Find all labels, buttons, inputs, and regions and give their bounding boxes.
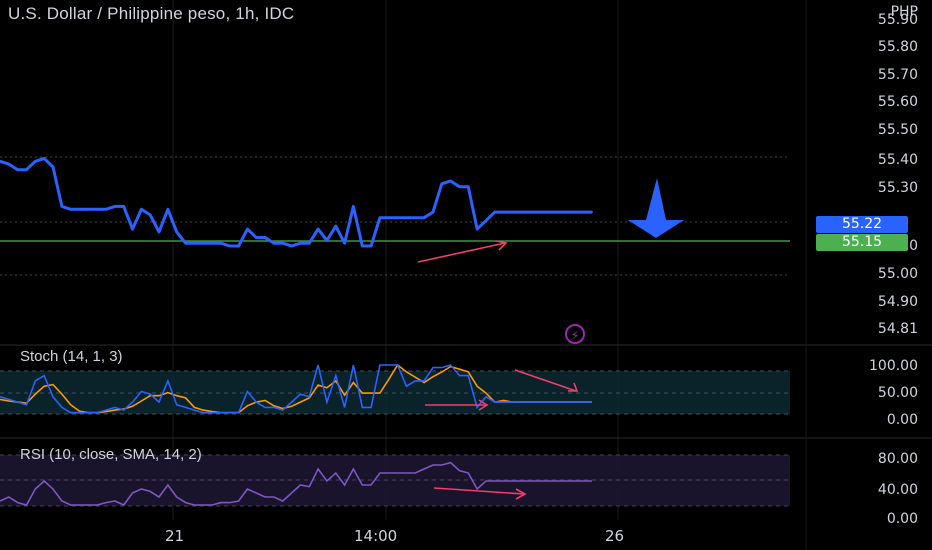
stoch-tick-100: 100.00 [869,358,918,374]
price-series-line [0,156,592,248]
price-point [555,211,558,214]
price-point [485,219,487,222]
price-tick-label: 54.81 [877,321,918,337]
price-point [105,208,107,211]
price-tick-label: 55.90 [877,12,918,28]
price-tick-label: 54.90 [877,294,918,310]
price-point [149,213,152,216]
price-point [43,157,46,160]
rsi-tick-0: 0.00 [886,511,918,527]
price-point [69,208,72,211]
price-point [493,211,496,214]
rsi-label[interactable]: RSI (10, close, SMA, 14, 2) [20,446,202,463]
price-point [520,211,523,214]
price-point [228,245,231,247]
price-point [158,230,160,233]
price-point [281,242,284,245]
price-point [476,228,479,231]
price-point [52,165,54,168]
time-label-26: 26 [605,527,625,545]
price-point [237,245,240,247]
price-point [290,245,293,247]
price-point [343,242,346,245]
stoch-tick-0: 0.00 [886,412,918,428]
rsi-tick-80: 80.00 [877,451,918,467]
price-point [361,245,364,247]
price-point [16,168,19,171]
price-point [440,182,443,185]
price-trend-arrowhead [495,240,508,251]
price-tick-label: 55.30 [877,180,918,196]
price-point [432,211,434,214]
price-point [131,228,134,231]
price-point [396,216,399,219]
price-point [96,208,99,211]
price-point [352,205,355,208]
price-point [573,211,576,214]
price-point [193,242,196,245]
price-point [264,236,267,239]
price-point [405,216,408,219]
chart-title: U.S. Dollar / Philippine peso, 1h, IDC [8,4,295,23]
price-point [458,185,461,188]
current-price-badge: 55.22 [816,216,908,233]
price-point [122,205,125,208]
price-point [272,242,275,245]
price-point [370,245,373,247]
price-point [423,216,426,219]
price-point [60,205,63,208]
time-label-1400: 14:00 [354,527,398,545]
price-point [175,230,178,233]
price-point [246,228,249,231]
price-point [538,211,540,214]
price-point [308,242,311,245]
price-points [0,157,593,247]
price-point [591,211,593,214]
price-point [78,208,81,211]
price-tick-label: 55.70 [877,67,918,83]
price-point [564,211,567,214]
price-point [449,180,452,182]
price-point [387,216,390,219]
stoch-label[interactable]: Stoch (14, 1, 3) [20,348,123,365]
down-arrow-annotation [628,178,684,238]
price-point [582,211,585,214]
price-point [325,239,328,242]
price-point [502,211,505,214]
price-tick-label: 55.50 [877,122,918,138]
price-point [87,208,90,211]
level-price-badge: 55.15 [816,234,908,251]
price-point [202,242,205,245]
price-point [529,211,532,214]
price-point [219,242,222,245]
price-point [255,236,258,239]
chart-canvas[interactable] [0,0,932,550]
price-tick-label: 55.40 [877,152,918,168]
stoch-tick-50: 50.00 [877,385,918,401]
lightning-icon[interactable]: ⚡ [565,324,585,344]
price-tick-label: 55.80 [877,39,918,55]
price-point [34,160,37,163]
price-point [546,211,549,214]
price-tick-label: 55.60 [877,94,918,110]
price-point [299,242,302,245]
price-point [414,216,417,219]
price-point [25,168,28,171]
price-point [140,208,143,211]
price-point [467,185,470,188]
price-point [211,242,214,245]
price-point [166,208,169,211]
price-point [184,242,187,245]
time-label-21: 21 [165,527,185,545]
price-trend-arrow [417,242,506,263]
price-point [511,211,514,214]
price-point [378,216,381,219]
rsi-tick-40: 40.00 [877,482,918,498]
price-point [7,163,10,166]
price-tick-label: 55.00 [877,266,918,282]
price-point [334,225,337,228]
price-point [113,205,116,208]
price-point [317,228,320,231]
